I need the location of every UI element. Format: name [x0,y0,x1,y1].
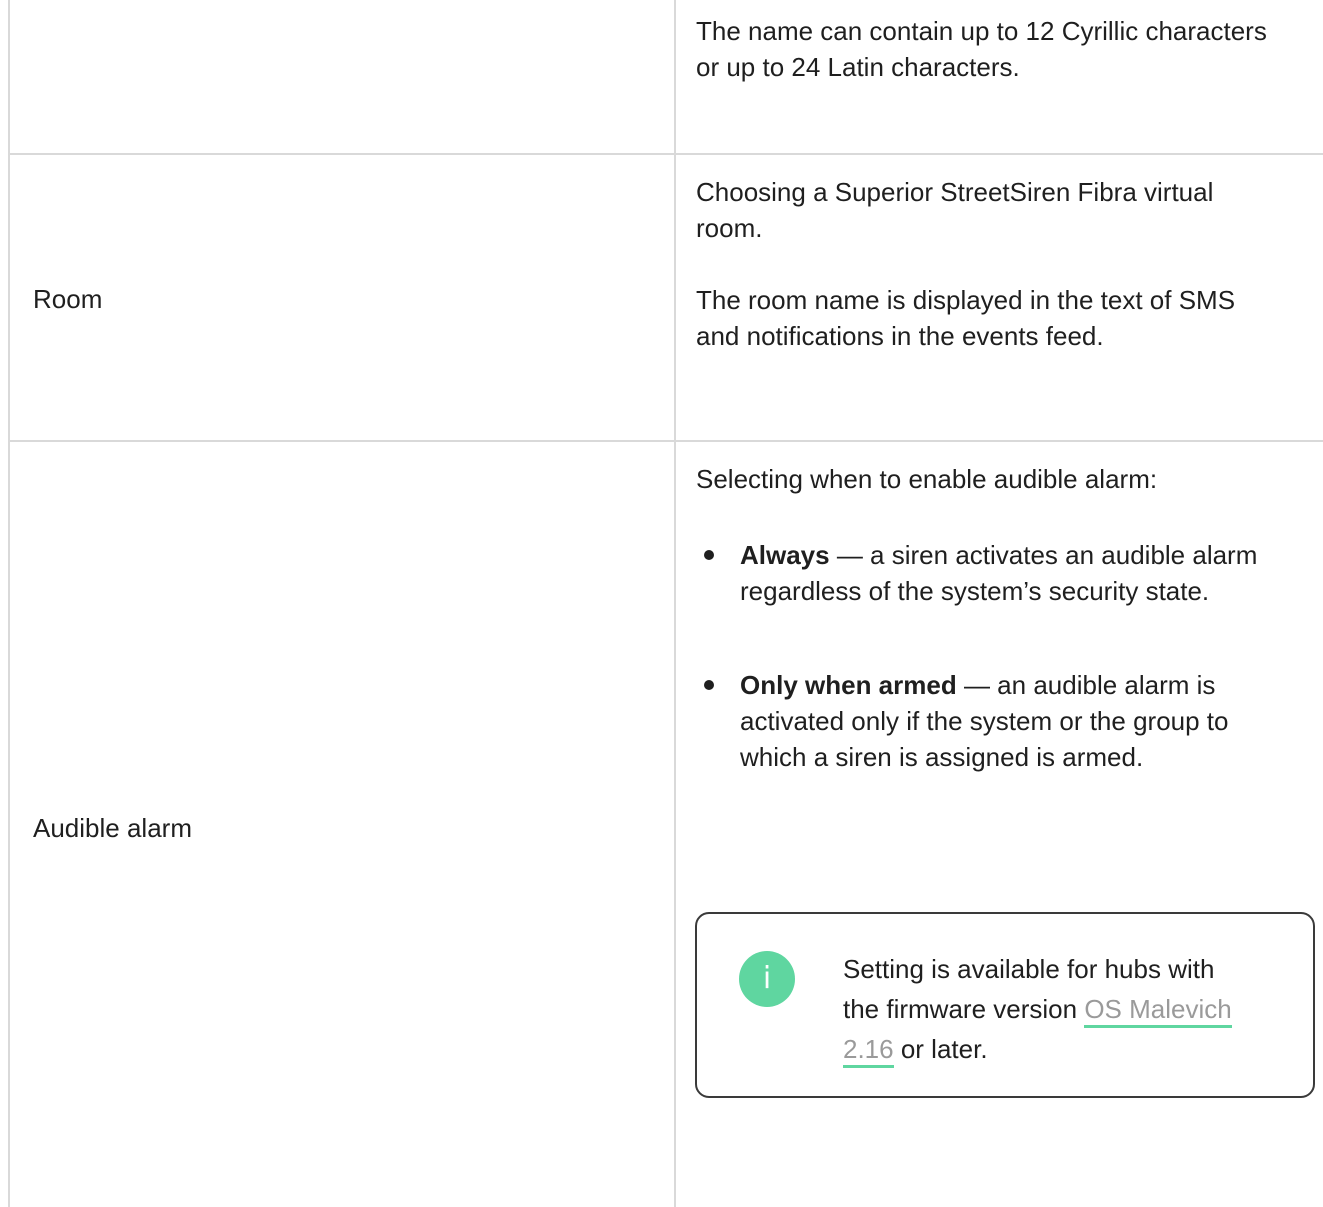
info-icon: i [739,951,795,1007]
audible-alarm-options: Always — a siren activates an audible al… [696,537,1316,775]
column-divider [674,0,676,1207]
audible-alarm-description: Selecting when to enable audible alarm: … [696,461,1316,775]
audible-alarm-label: Audible alarm [33,813,192,843]
option-always-text-2: regardless of the system’s security stat… [740,576,1210,606]
row-divider-2 [10,440,1323,442]
room-description-line-4: and notifications in the events feed. [696,321,1104,351]
name-description-line-2: or up to 24 Latin characters. [696,52,1020,82]
option-armed-term: Only when armed [740,670,957,700]
option-armed-text-1: — an audible alarm is [956,670,1216,700]
bullet-icon [704,550,714,560]
info-note: i Setting is available for hubs with the… [695,912,1315,1098]
row-divider-1 [10,153,1323,155]
name-description-line-1: The name can contain up to 12 Cyrillic c… [696,16,1267,46]
option-always: Always — a siren activates an audible al… [696,537,1316,609]
os-malevich-version-link[interactable]: 2.16 [843,1034,894,1068]
os-malevich-link[interactable]: OS Malevich [1084,994,1232,1028]
room-description-line-1: Choosing a Superior StreetSiren Fibra vi… [696,177,1214,207]
audible-alarm-intro: Selecting when to enable audible alarm: [696,464,1158,494]
note-text-line-2: the firmware version [843,994,1085,1024]
option-armed-text-2: activated only if the system or the grou… [740,706,1229,736]
room-description-line-3: The room name is displayed in the text o… [696,285,1236,315]
room-description: Choosing a Superior StreetSiren Fibra vi… [696,174,1316,354]
room-label: Room [33,284,103,314]
room-description-line-2: room. [696,213,763,243]
option-only-when-armed: Only when armed — an audible alarm is ac… [696,667,1316,775]
table-left-border [8,0,10,1207]
option-always-text-1: — a siren activates an audible alarm [829,540,1258,570]
option-armed-text-3: which a siren is assigned is armed. [740,742,1144,772]
note-text-line-1: Setting is available for hubs with [843,954,1215,984]
note-text-tail: or later. [893,1034,988,1064]
name-description: The name can contain up to 12 Cyrillic c… [696,13,1316,85]
info-note-text: Setting is available for hubs with the f… [843,949,1283,1069]
bullet-icon [704,680,714,690]
option-always-term: Always [740,540,830,570]
